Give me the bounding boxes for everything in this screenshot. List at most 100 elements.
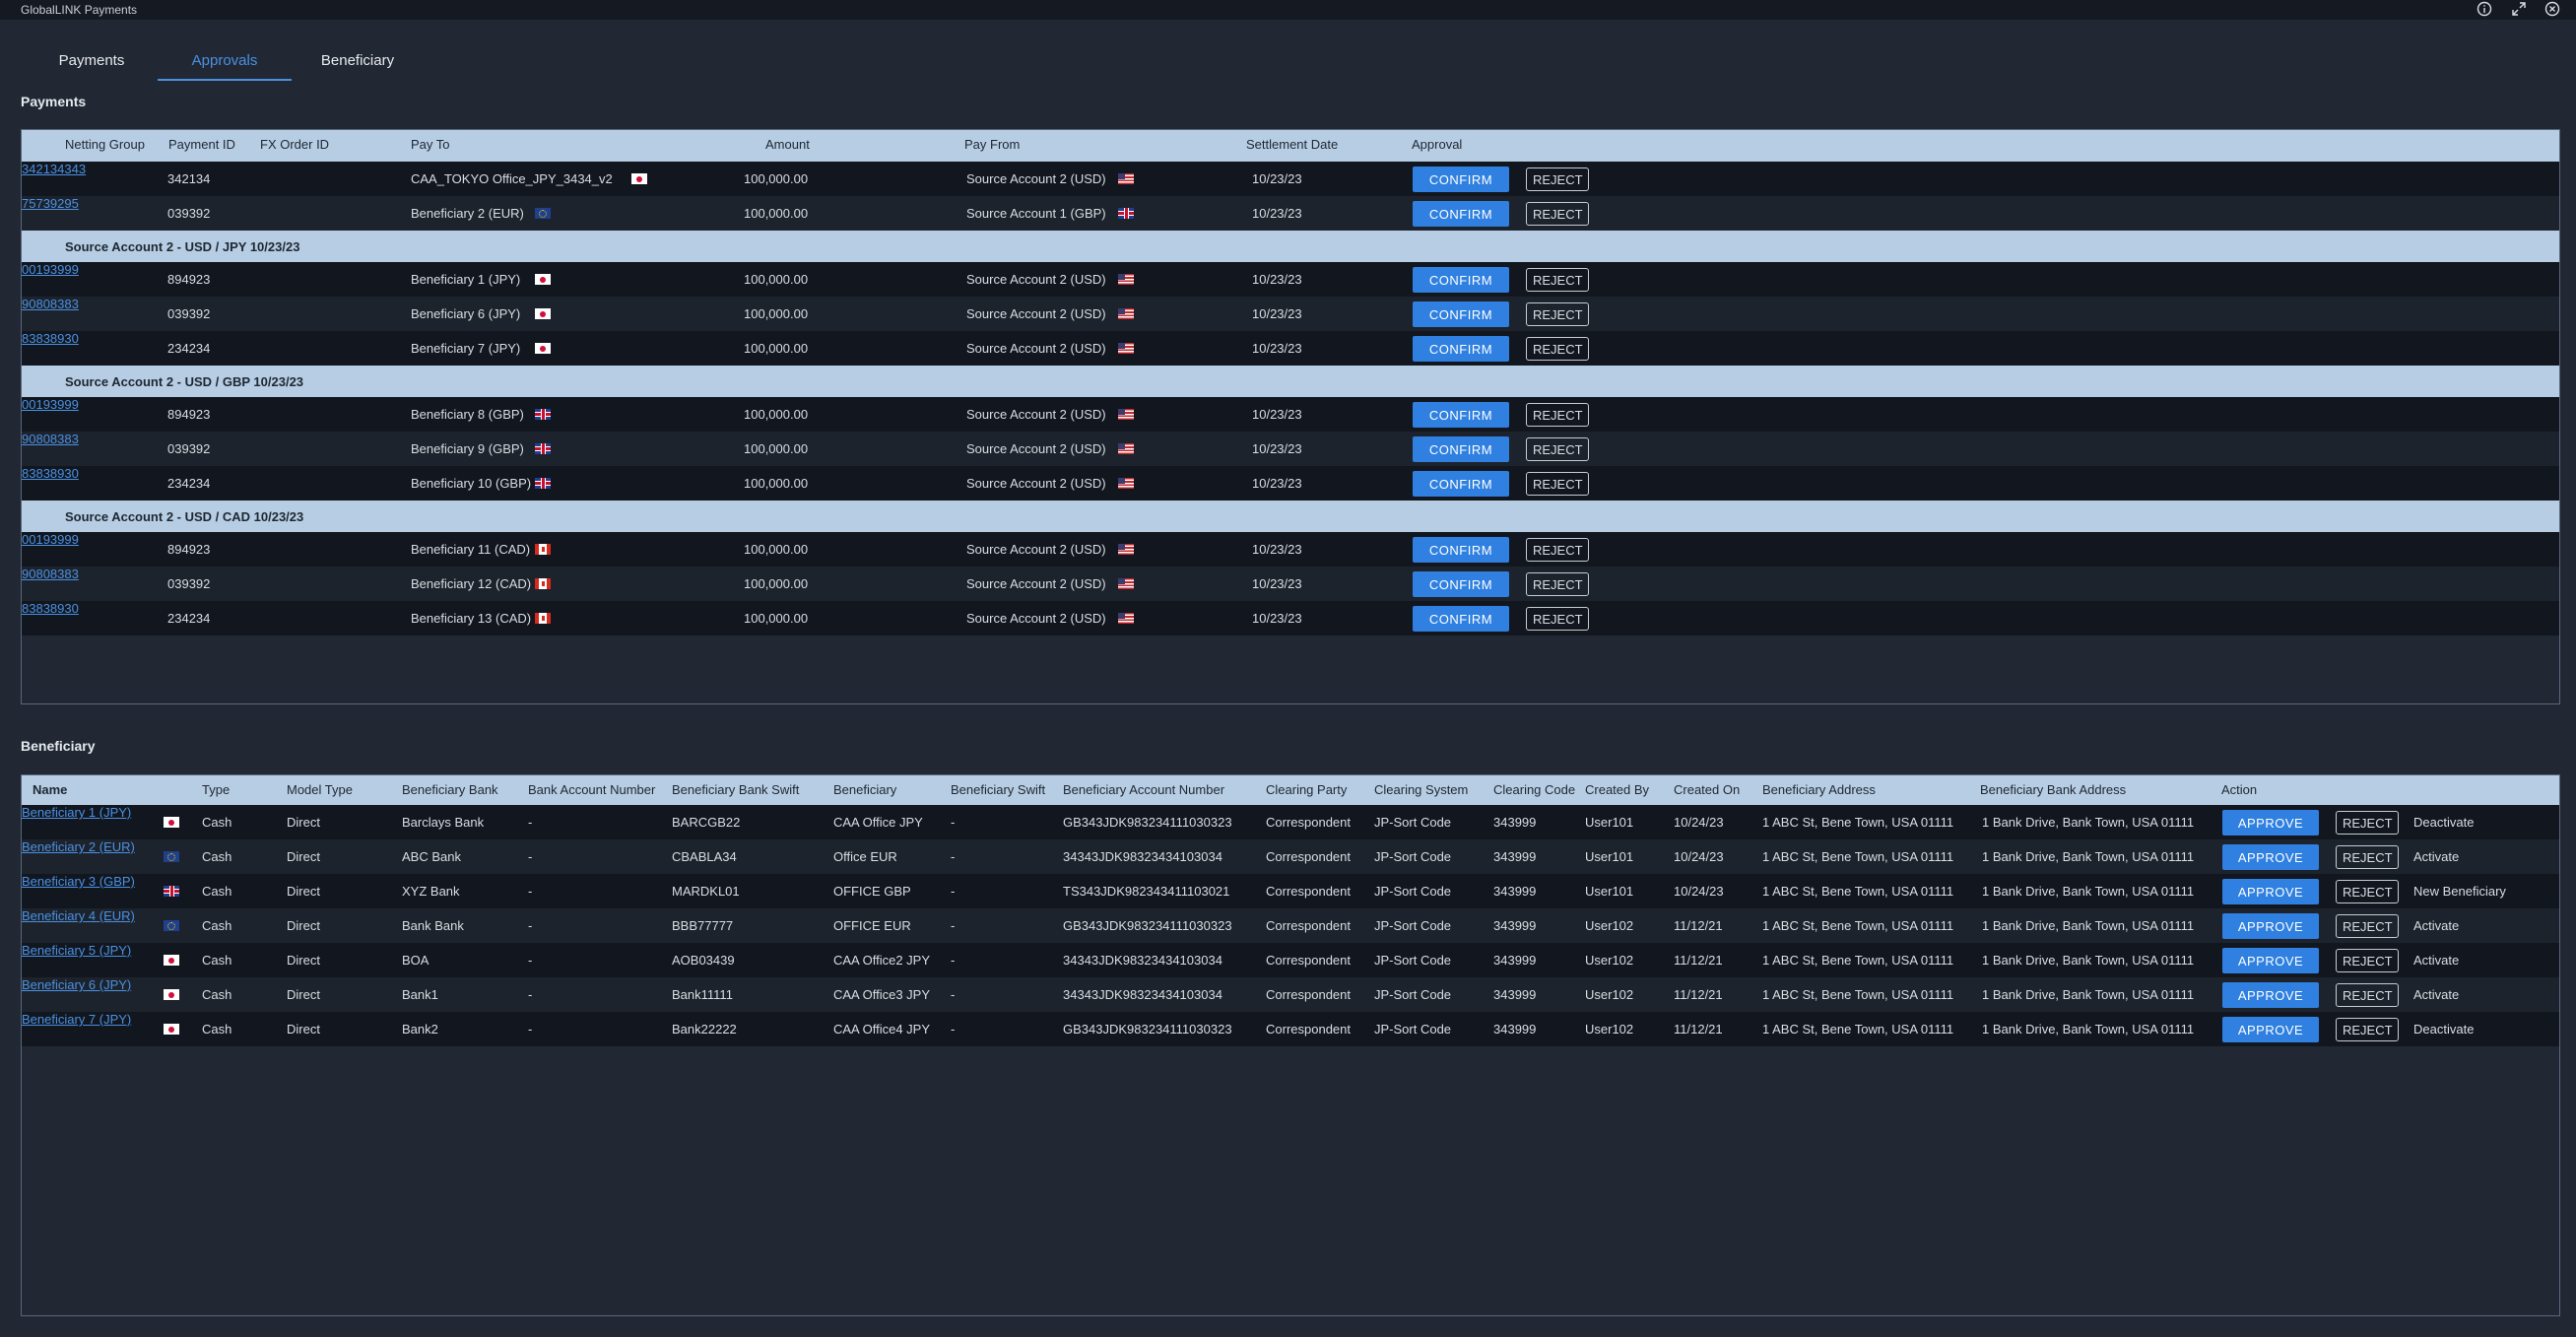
fx-order-id-link[interactable]: 83838930: [22, 601, 79, 616]
col-approval[interactable]: Approval: [1412, 137, 1462, 152]
col-beneficiary[interactable]: Beneficiary: [833, 782, 896, 797]
col-beneficiary-bank[interactable]: Beneficiary Bank: [402, 782, 498, 797]
beneficiary-name-link[interactable]: Beneficiary 6 (JPY): [22, 977, 131, 992]
beneficiary-name-link[interactable]: Beneficiary 5 (JPY): [22, 943, 131, 958]
reject-button[interactable]: REJECT: [1526, 167, 1589, 191]
col-netting-group[interactable]: Netting Group: [65, 137, 145, 152]
reject-button[interactable]: REJECT: [1526, 572, 1589, 596]
fx-order-id-link[interactable]: 00193999: [22, 532, 79, 547]
pay-from-us-flag-icon: [1118, 578, 1134, 589]
pay-to-jp-flag-icon: [631, 173, 647, 184]
col-clearing-system[interactable]: Clearing System: [1374, 782, 1468, 797]
col-beneficiary-swift[interactable]: Beneficiary Swift: [951, 782, 1045, 797]
reject-button[interactable]: REJECT: [1526, 302, 1589, 326]
beneficiary-name-link[interactable]: Beneficiary 1 (JPY): [22, 805, 131, 820]
col-beneficiary-account-number[interactable]: Beneficiary Account Number: [1063, 782, 1224, 797]
approve-button[interactable]: APPROVE: [2222, 810, 2319, 836]
col-created-by[interactable]: Created By: [1585, 782, 1649, 797]
col-settlement-date[interactable]: Settlement Date: [1246, 137, 1338, 152]
approve-button[interactable]: APPROVE: [2222, 948, 2319, 973]
pay-from-flag-wrap: [1112, 476, 1134, 491]
reject-button[interactable]: REJECT: [1526, 607, 1589, 631]
col-payment-id[interactable]: Payment ID: [168, 137, 235, 152]
beneficiary-name-link[interactable]: Beneficiary 2 (EUR): [22, 839, 135, 854]
col-clearing-party[interactable]: Clearing Party: [1266, 782, 1347, 797]
reject-button[interactable]: REJECT: [2336, 983, 2399, 1007]
col-action[interactable]: Action: [2221, 782, 2257, 797]
pay-to-ca-flag-icon: [535, 613, 551, 624]
reject-button[interactable]: REJECT: [1526, 403, 1589, 427]
confirm-button[interactable]: CONFIRM: [1413, 402, 1509, 428]
netting-group-row[interactable]: Source Account 2 - USD / CAD 10/23/23: [22, 501, 2559, 532]
fx-order-id-link[interactable]: 90808383: [22, 297, 79, 311]
col-type[interactable]: Type: [202, 782, 230, 797]
confirm-button[interactable]: CONFIRM: [1413, 606, 1509, 632]
col-pay-from[interactable]: Pay From: [964, 137, 1020, 152]
table-row: 039392 90808383 Beneficiary 6 (JPY) 100,000…: [22, 297, 2559, 331]
reject-button[interactable]: REJECT: [2336, 1018, 2399, 1041]
col-bank-account-number[interactable]: Bank Account Number: [528, 782, 655, 797]
reject-button[interactable]: REJECT: [1526, 472, 1589, 496]
tab-approvals[interactable]: Approvals: [158, 47, 292, 81]
beneficiary-swift: -: [951, 884, 956, 899]
fx-order-id-link[interactable]: 342134343: [22, 162, 86, 176]
pay-from-us-flag-icon: [1118, 613, 1134, 624]
tab-beneficiary[interactable]: Beneficiary: [294, 47, 422, 79]
col-pay-to[interactable]: Pay To: [411, 137, 450, 152]
beneficiary-name-link[interactable]: Beneficiary 3 (GBP): [22, 874, 135, 889]
col-clearing-code[interactable]: Clearing Code: [1493, 782, 1575, 797]
confirm-button[interactable]: CONFIRM: [1413, 471, 1509, 497]
reject-button[interactable]: REJECT: [1526, 337, 1589, 361]
fx-order-id-link[interactable]: 83838930: [22, 331, 79, 346]
fx-order-id-link[interactable]: 90808383: [22, 567, 79, 581]
confirm-button[interactable]: CONFIRM: [1413, 537, 1509, 563]
confirm-button[interactable]: CONFIRM: [1413, 201, 1509, 227]
col-model-type[interactable]: Model Type: [287, 782, 353, 797]
beneficiary: OFFICE GBP: [833, 884, 911, 899]
col-created-on[interactable]: Created On: [1674, 782, 1740, 797]
beneficiary-name-link[interactable]: Beneficiary 7 (JPY): [22, 1012, 131, 1027]
beneficiary-address: 1 ABC St, Bene Town, USA 01111: [1762, 987, 1954, 1002]
col-name[interactable]: Name: [33, 782, 67, 797]
reject-button[interactable]: REJECT: [1526, 538, 1589, 562]
confirm-button[interactable]: CONFIRM: [1413, 336, 1509, 362]
approve-button[interactable]: APPROVE: [2222, 1017, 2319, 1042]
confirm-button[interactable]: CONFIRM: [1413, 301, 1509, 327]
col-beneficiary-bank-swift[interactable]: Beneficiary Bank Swift: [672, 782, 799, 797]
col-beneficiary-address[interactable]: Beneficiary Address: [1762, 782, 1876, 797]
created-by: User102: [1585, 918, 1634, 933]
beneficiary-name-link[interactable]: Beneficiary 4 (EUR): [22, 908, 135, 923]
tab-payments[interactable]: Payments: [28, 47, 156, 79]
reject-button[interactable]: REJECT: [2336, 845, 2399, 869]
reject-button[interactable]: REJECT: [2336, 811, 2399, 835]
reject-button[interactable]: REJECT: [1526, 268, 1589, 292]
confirm-button[interactable]: CONFIRM: [1413, 267, 1509, 293]
reject-button[interactable]: REJECT: [1526, 437, 1589, 461]
netting-group-row[interactable]: Source Account 2 - USD / JPY 10/23/23: [22, 231, 2559, 262]
confirm-button[interactable]: CONFIRM: [1413, 436, 1509, 462]
close-icon[interactable]: [2543, 1, 2561, 19]
pay-to-jp-flag-icon: [535, 308, 551, 319]
reject-button[interactable]: REJECT: [2336, 880, 2399, 903]
approve-button[interactable]: APPROVE: [2222, 913, 2319, 939]
clearing-system: JP-Sort Code: [1374, 918, 1452, 933]
reject-button[interactable]: REJECT: [1526, 202, 1589, 226]
fx-order-id-link[interactable]: 83838930: [22, 466, 79, 481]
col-fx-order-id[interactable]: FX Order ID: [260, 137, 329, 152]
approve-button[interactable]: APPROVE: [2222, 879, 2319, 904]
reject-button[interactable]: REJECT: [2336, 914, 2399, 938]
confirm-button[interactable]: CONFIRM: [1413, 167, 1509, 192]
col-beneficiary-bank-address[interactable]: Beneficiary Bank Address: [1980, 782, 2126, 797]
approve-button[interactable]: APPROVE: [2222, 982, 2319, 1008]
fx-order-id-link[interactable]: 90808383: [22, 432, 79, 446]
fx-order-id-link[interactable]: 00193999: [22, 262, 79, 277]
netting-group-row[interactable]: Source Account 2 - USD / GBP 10/23/23: [22, 366, 2559, 397]
expand-icon[interactable]: [2510, 1, 2528, 19]
approve-button[interactable]: APPROVE: [2222, 844, 2319, 870]
fx-order-id-link[interactable]: 00193999: [22, 397, 79, 412]
fx-order-id-link[interactable]: 75739295: [22, 196, 79, 211]
confirm-button[interactable]: CONFIRM: [1413, 571, 1509, 597]
reject-button[interactable]: REJECT: [2336, 949, 2399, 972]
col-amount[interactable]: Amount: [765, 137, 810, 152]
info-icon[interactable]: [2476, 1, 2493, 19]
